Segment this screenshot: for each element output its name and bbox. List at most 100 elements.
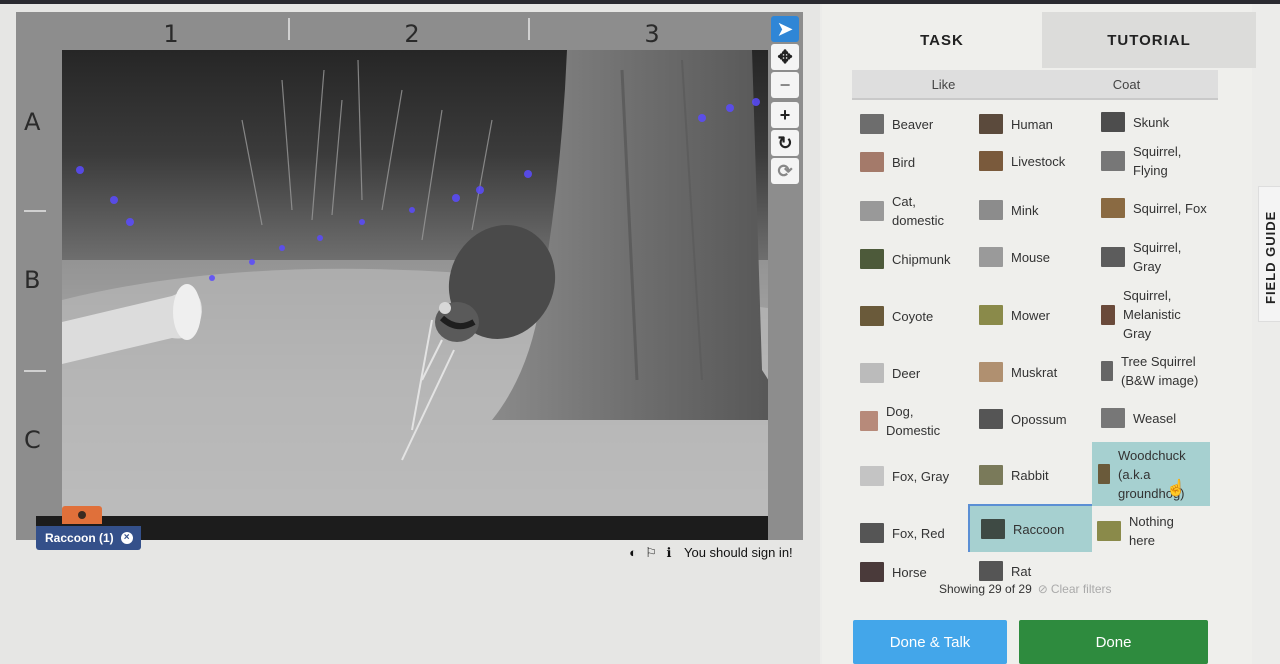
choice-coyote[interactable]: Coyote — [860, 306, 933, 326]
choice-squirrel-melanistic-gray[interactable]: Squirrel, Melanistic Gray — [1101, 286, 1181, 343]
choice-thumbnail — [860, 114, 884, 134]
column-label-2: 2 — [404, 20, 420, 48]
choice-squirrel-fox[interactable]: Squirrel, Fox — [1101, 198, 1207, 218]
flag-icon[interactable]: ⚐ — [644, 545, 658, 560]
info-icon[interactable]: ℹ — [662, 545, 676, 560]
choice-thumbnail — [860, 562, 884, 582]
row-label-c: C — [24, 426, 41, 454]
zoom-out-icon[interactable]: − — [771, 72, 799, 98]
row-label-a: A — [24, 108, 41, 136]
choice-skunk[interactable]: Skunk — [1101, 112, 1169, 132]
choice-weasel[interactable]: Weasel — [1101, 408, 1176, 428]
choice-cat-domestic[interactable]: Cat, domestic — [860, 192, 944, 230]
tab-task[interactable]: TASK — [840, 12, 1044, 68]
zoom-in-icon[interactable]: + — [771, 102, 799, 128]
choice-fox-red[interactable]: Fox, Red — [860, 523, 945, 543]
marker-tab[interactable] — [62, 506, 102, 524]
hand-cursor-icon: ☝ — [1166, 480, 1186, 497]
image-footer-bar — [36, 516, 768, 540]
choice-thumbnail — [1101, 112, 1125, 132]
choice-horse[interactable]: Horse — [860, 562, 927, 582]
tab-tutorial[interactable]: TUTORIAL — [1042, 12, 1256, 68]
choice-human[interactable]: Human — [979, 114, 1053, 134]
choice-mouse[interactable]: Mouse — [979, 247, 1050, 267]
choice-thumbnail — [979, 305, 1003, 325]
row-label-b: B — [24, 266, 41, 294]
choice-thumbnail — [860, 249, 884, 269]
reset-icon[interactable]: ⟳ — [771, 158, 799, 184]
choice-label: Beaver — [892, 116, 934, 132]
choice-thumbnail — [979, 409, 1003, 429]
clear-icon: ⊘ — [1037, 582, 1048, 596]
choice-label: Squirrel, Fox — [1133, 200, 1207, 216]
choice-label: Muskrat — [1011, 364, 1058, 380]
choice-thumbnail — [979, 362, 1003, 382]
done-and-talk-button[interactable]: Done & Talk — [853, 620, 1007, 664]
choice-thumbnail — [981, 519, 1005, 539]
choice-raccoon[interactable]: Raccoon — [968, 504, 1092, 552]
choice-bird[interactable]: Bird — [860, 152, 915, 172]
viewer-toolbar: ➤ ✥ − + ↻ ⟳ — [768, 12, 803, 540]
choice-label: Weasel — [1133, 410, 1177, 426]
sign-in-message[interactable]: You should sign in! — [684, 545, 793, 560]
choice-thumbnail — [1101, 247, 1125, 267]
rotate-icon[interactable]: ↻ — [771, 130, 799, 156]
filter-bar: Like Coat — [852, 70, 1218, 100]
choice-mink[interactable]: Mink — [979, 200, 1038, 220]
choice-opossum[interactable]: Opossum — [979, 409, 1067, 429]
results-count: Showing 29 of 29 — [939, 582, 1032, 596]
invert-icon[interactable]: ◐ — [626, 545, 640, 560]
field-guide-label: FIELD GUIDE — [1263, 210, 1278, 304]
done-button[interactable]: Done — [1019, 620, 1208, 664]
choice-label: Raccoon — [1013, 521, 1065, 537]
night-scene — [62, 50, 784, 524]
choice-woodchuck[interactable]: Woodchuck (a.k.a groundhog) — [1092, 442, 1210, 506]
choice-label: Squirrel, Melanistic Gray — [1123, 288, 1181, 341]
choice-label: Nothing here — [1129, 514, 1174, 548]
choice-chipmunk[interactable]: Chipmunk — [860, 249, 951, 269]
subject-viewer: 1 2 3 A B C Raccoon (1) × ➤ ✥ − + ↻ ⟳ ◐ … — [0, 4, 820, 664]
choice-mower[interactable]: Mower — [979, 305, 1050, 325]
column-divider — [528, 18, 530, 40]
camera-trap-image[interactable] — [62, 50, 784, 524]
choice-nothing-here[interactable]: Nothing here — [1097, 512, 1174, 550]
choice-label: Rabbit — [1011, 467, 1049, 483]
choice-thumbnail — [979, 151, 1003, 171]
choice-muskrat[interactable]: Muskrat — [979, 362, 1057, 382]
choice-dog-domestic[interactable]: Dog, Domestic — [860, 402, 940, 440]
choice-thumbnail — [1101, 151, 1125, 171]
choice-livestock[interactable]: Livestock — [979, 151, 1065, 171]
choice-thumbnail — [1097, 521, 1121, 541]
choice-tree-squirrel-bw[interactable]: Tree Squirrel (B&W image) — [1101, 352, 1198, 390]
choice-fox-gray[interactable]: Fox, Gray — [860, 466, 949, 486]
filter-like[interactable]: Like — [852, 77, 1035, 92]
choice-rabbit[interactable]: Rabbit — [979, 465, 1049, 485]
choice-label: Horse — [892, 564, 927, 580]
choice-rat[interactable]: Rat — [979, 561, 1031, 581]
choice-label: Opossum — [1011, 411, 1067, 427]
clear-filters-button[interactable]: ⊘ Clear filters — [1038, 582, 1112, 596]
choice-thumbnail — [1098, 464, 1110, 484]
choice-thumbnail — [979, 465, 1003, 485]
choice-label: Squirrel, Gray — [1133, 240, 1182, 274]
choice-label: Dog, Domestic — [886, 404, 941, 438]
choice-label: Rat — [1011, 563, 1032, 579]
choice-thumbnail — [979, 200, 1003, 220]
choice-label: Cat, domestic — [892, 194, 945, 228]
choice-beaver[interactable]: Beaver — [860, 114, 933, 134]
choice-deer[interactable]: Deer — [860, 363, 920, 383]
clear-filters-label: Clear filters — [1050, 582, 1112, 596]
choice-squirrel-flying[interactable]: Squirrel, Flying — [1101, 142, 1181, 180]
choice-label: Bird — [892, 154, 916, 170]
choice-thumbnail — [860, 363, 884, 383]
choice-thumbnail — [1101, 304, 1115, 325]
choice-thumbnail — [1101, 408, 1125, 428]
column-label-1: 1 — [163, 20, 179, 48]
choice-thumbnail — [860, 306, 884, 326]
selected-tag-chip[interactable]: Raccoon (1) × — [36, 526, 141, 550]
choice-squirrel-gray[interactable]: Squirrel, Gray — [1101, 238, 1181, 276]
remove-tag-icon[interactable]: × — [120, 532, 133, 544]
pointer-icon[interactable]: ➤ — [771, 16, 799, 42]
filter-coat[interactable]: Coat — [1035, 77, 1218, 92]
move-icon[interactable]: ✥ — [771, 44, 799, 70]
